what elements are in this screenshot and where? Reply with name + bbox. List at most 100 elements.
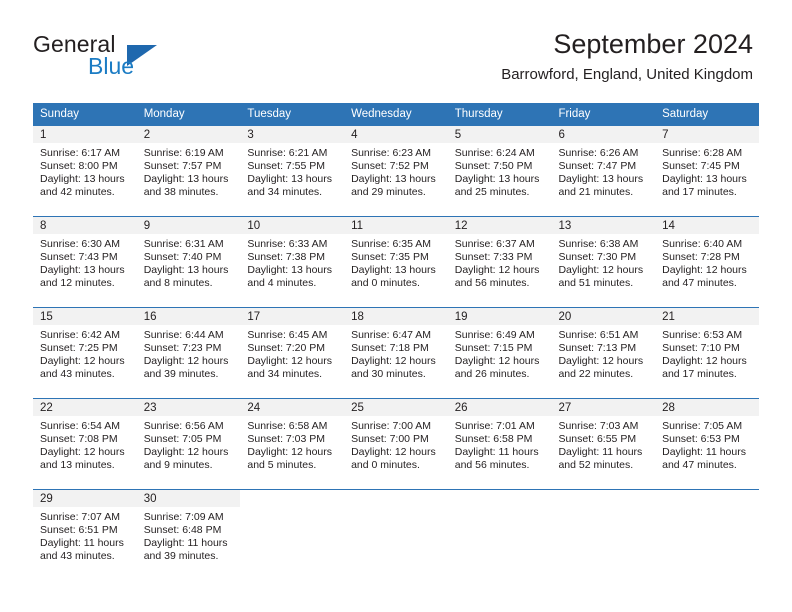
- day-details: Sunrise: 6:58 AM Sunset: 7:03 PM Daylight:…: [240, 416, 344, 472]
- day-details: Sunrise: 6:51 AM Sunset: 7:13 PM Daylight:…: [551, 325, 655, 381]
- sunrise-time: Sunrise: 6:17 AM: [40, 147, 120, 159]
- day-details: Sunrise: 6:17 AM Sunset: 8:00 PM Daylight:…: [33, 143, 137, 199]
- day-details: Sunrise: 6:45 AM Sunset: 7:20 PM Daylight:…: [240, 325, 344, 381]
- day-details: Sunrise: 6:54 AM Sunset: 7:08 PM Daylight:…: [33, 416, 137, 472]
- day-cell[interactable]: 7 Sunrise: 6:28 AM Sunset: 7:45 PM Daylight…: [655, 126, 759, 216]
- day-cell[interactable]: 26 Sunrise: 7:01 AM Sunset: 6:58 PM Dayligh…: [447, 399, 552, 489]
- weekday-header-monday: Monday: [136, 103, 241, 126]
- daylight-duration-line2: and 43 minutes.: [40, 368, 115, 381]
- day-cell[interactable]: 22 Sunrise: 6:54 AM Sunset: 7:08 PM Dayligh…: [33, 399, 137, 489]
- daylight-duration-line2: and 5 minutes.: [247, 459, 317, 472]
- day-cell[interactable]: 20 Sunrise: 6:51 AM Sunset: 7:13 PM Dayligh…: [551, 308, 656, 398]
- day-number: 30: [136, 490, 241, 507]
- calendar-cell: 9 Sunrise: 6:31 AM Sunset: 7:40 PM Daylight…: [136, 216, 241, 308]
- day-cell[interactable]: 17 Sunrise: 6:45 AM Sunset: 7:20 PM Dayligh…: [240, 308, 345, 398]
- day-cell[interactable]: 1 Sunrise: 6:17 AM Sunset: 8:00 PM Daylight…: [33, 126, 137, 216]
- daylight-duration-line1: Daylight: 11 hours: [454, 446, 539, 459]
- daylight-duration-line2: and 39 minutes.: [143, 368, 219, 381]
- general-blue-logo[interactable]: General Blue: [33, 31, 213, 81]
- sunset-time: Sunset: 7:08 PM: [40, 433, 118, 446]
- day-details: Sunrise: 6:44 AM Sunset: 7:23 PM Daylight:…: [137, 325, 241, 381]
- sunset-time: Sunset: 7:35 PM: [351, 251, 429, 264]
- sunset-time: Sunset: 7:40 PM: [143, 251, 222, 264]
- sunset-time: Sunset: 7:45 PM: [662, 160, 740, 173]
- day-cell[interactable]: 29 Sunrise: 7:07 AM Sunset: 6:51 PM Dayligh…: [33, 490, 137, 580]
- day-cell[interactable]: 16 Sunrise: 6:44 AM Sunset: 7:23 PM Dayligh…: [136, 308, 241, 398]
- day-cell[interactable]: 25 Sunrise: 7:00 AM Sunset: 7:00 PM Dayligh…: [344, 399, 448, 489]
- day-cell[interactable]: 18 Sunrise: 6:47 AM Sunset: 7:18 PM Dayligh…: [344, 308, 448, 398]
- day-cell[interactable]: 4 Sunrise: 6:23 AM Sunset: 7:52 PM Daylight…: [344, 126, 448, 216]
- day-cell[interactable]: 15 Sunrise: 6:42 AM Sunset: 7:25 PM Dayligh…: [33, 308, 137, 398]
- day-details: Sunrise: 6:26 AM Sunset: 7:47 PM Daylight:…: [551, 143, 655, 199]
- sunrise-time: Sunrise: 6:38 AM: [558, 238, 639, 250]
- sunset-time: Sunset: 7:13 PM: [558, 342, 637, 355]
- day-details: Sunrise: 6:47 AM Sunset: 7:18 PM Daylight:…: [344, 325, 448, 381]
- day-cell[interactable]: 11 Sunrise: 6:35 AM Sunset: 7:35 PM Dayligh…: [344, 217, 448, 307]
- day-number: 9: [136, 217, 241, 234]
- calendar-cell: 10 Sunrise: 6:33 AM Sunset: 7:38 PM Dayligh…: [240, 216, 345, 308]
- daylight-duration-line2: and 9 minutes.: [143, 459, 213, 472]
- calendar-cell: 12 Sunrise: 6:37 AM Sunset: 7:33 PM Dayligh…: [447, 216, 552, 308]
- day-cell[interactable]: 2 Sunrise: 6:19 AM Sunset: 7:57 PM Daylight…: [136, 126, 241, 216]
- day-cell[interactable]: 27 Sunrise: 7:03 AM Sunset: 6:55 PM Dayligh…: [551, 399, 656, 489]
- day-cell-empty: [551, 490, 655, 580]
- calendar-cell: 17 Sunrise: 6:45 AM Sunset: 7:20 PM Dayligh…: [240, 307, 345, 399]
- daylight-duration-line1: Daylight: 13 hours: [247, 173, 333, 186]
- day-cell[interactable]: 14 Sunrise: 6:40 AM Sunset: 7:28 PM Dayligh…: [655, 217, 759, 307]
- daylight-duration-line2: and 25 minutes.: [454, 186, 530, 199]
- daylight-duration-line1: Daylight: 13 hours: [351, 173, 436, 186]
- day-cell[interactable]: 6 Sunrise: 6:26 AM Sunset: 7:47 PM Daylight…: [551, 126, 656, 216]
- day-number: 8: [33, 217, 137, 234]
- sunrise-time: Sunrise: 6:47 AM: [351, 329, 432, 341]
- daylight-duration-line1: Daylight: 13 hours: [454, 173, 540, 186]
- day-details: Sunrise: 6:40 AM Sunset: 7:28 PM Daylight:…: [655, 234, 759, 290]
- daylight-duration-line1: Daylight: 12 hours: [454, 264, 540, 277]
- day-number: 17: [240, 308, 345, 325]
- sunset-time: Sunset: 7:20 PM: [247, 342, 326, 355]
- calendar-cell: 3 Sunrise: 6:21 AM Sunset: 7:55 PM Daylight…: [240, 125, 345, 217]
- day-details: Sunrise: 6:49 AM Sunset: 7:15 PM Daylight:…: [448, 325, 552, 381]
- calendar-cell: 26 Sunrise: 7:01 AM Sunset: 6:58 PM Dayligh…: [447, 398, 552, 490]
- day-details: Sunrise: 7:07 AM Sunset: 6:51 PM Daylight:…: [33, 507, 137, 563]
- day-cell[interactable]: 3 Sunrise: 6:21 AM Sunset: 7:55 PM Daylight…: [240, 126, 345, 216]
- day-cell[interactable]: 8 Sunrise: 6:30 AM Sunset: 7:43 PM Daylight…: [33, 217, 137, 307]
- daylight-duration-line2: and 47 minutes.: [662, 459, 737, 472]
- day-number: 21: [655, 308, 759, 325]
- day-cell[interactable]: 23 Sunrise: 6:56 AM Sunset: 7:05 PM Dayligh…: [136, 399, 241, 489]
- day-cell[interactable]: 21 Sunrise: 6:53 AM Sunset: 7:10 PM Dayligh…: [655, 308, 759, 398]
- day-cell-empty: [448, 490, 552, 580]
- day-cell[interactable]: 13 Sunrise: 6:38 AM Sunset: 7:30 PM Dayligh…: [551, 217, 656, 307]
- day-number: [344, 490, 448, 507]
- daylight-duration-line1: Daylight: 12 hours: [143, 446, 229, 459]
- daylight-duration-line1: Daylight: 12 hours: [662, 264, 747, 277]
- sunrise-time: Sunrise: 6:44 AM: [143, 329, 224, 341]
- sunset-time: Sunset: 8:00 PM: [40, 160, 118, 173]
- daylight-duration-line2: and 4 minutes.: [247, 277, 317, 290]
- day-number: 5: [447, 126, 552, 143]
- sunrise-time: Sunrise: 6:56 AM: [143, 420, 224, 432]
- sunrise-time: Sunrise: 7:01 AM: [454, 420, 535, 432]
- day-cell[interactable]: 10 Sunrise: 6:33 AM Sunset: 7:38 PM Dayligh…: [240, 217, 345, 307]
- day-cell[interactable]: 19 Sunrise: 6:49 AM Sunset: 7:15 PM Dayligh…: [447, 308, 552, 398]
- daylight-duration-line2: and 29 minutes.: [351, 186, 426, 199]
- daylight-duration-line1: Daylight: 12 hours: [40, 355, 125, 368]
- day-cell[interactable]: 24 Sunrise: 6:58 AM Sunset: 7:03 PM Dayligh…: [240, 399, 345, 489]
- day-cell[interactable]: 12 Sunrise: 6:37 AM Sunset: 7:33 PM Dayligh…: [447, 217, 552, 307]
- calendar-cell: 11 Sunrise: 6:35 AM Sunset: 7:35 PM Dayligh…: [344, 216, 448, 308]
- daylight-duration-line2: and 21 minutes.: [558, 186, 634, 199]
- daylight-duration-line1: Daylight: 12 hours: [143, 355, 229, 368]
- weekday-header-sunday: Sunday: [33, 103, 137, 126]
- day-cell[interactable]: 30 Sunrise: 7:09 AM Sunset: 6:48 PM Dayligh…: [136, 490, 241, 580]
- day-cell-empty: [344, 490, 448, 580]
- day-number: [655, 490, 759, 507]
- day-cell[interactable]: 28 Sunrise: 7:05 AM Sunset: 6:53 PM Dayligh…: [655, 399, 759, 489]
- day-cell[interactable]: 9 Sunrise: 6:31 AM Sunset: 7:40 PM Daylight…: [136, 217, 241, 307]
- sunset-time: Sunset: 7:25 PM: [40, 342, 118, 355]
- day-number: 18: [344, 308, 448, 325]
- day-details: Sunrise: 7:01 AM Sunset: 6:58 PM Daylight:…: [448, 416, 552, 472]
- day-cell[interactable]: 5 Sunrise: 6:24 AM Sunset: 7:50 PM Daylight…: [447, 126, 552, 216]
- day-details: Sunrise: 6:30 AM Sunset: 7:43 PM Daylight:…: [33, 234, 137, 290]
- calendar-cell: 18 Sunrise: 6:47 AM Sunset: 7:18 PM Dayligh…: [344, 307, 448, 399]
- daylight-duration-line1: Daylight: 13 hours: [143, 264, 229, 277]
- sunset-time: Sunset: 7:10 PM: [662, 342, 740, 355]
